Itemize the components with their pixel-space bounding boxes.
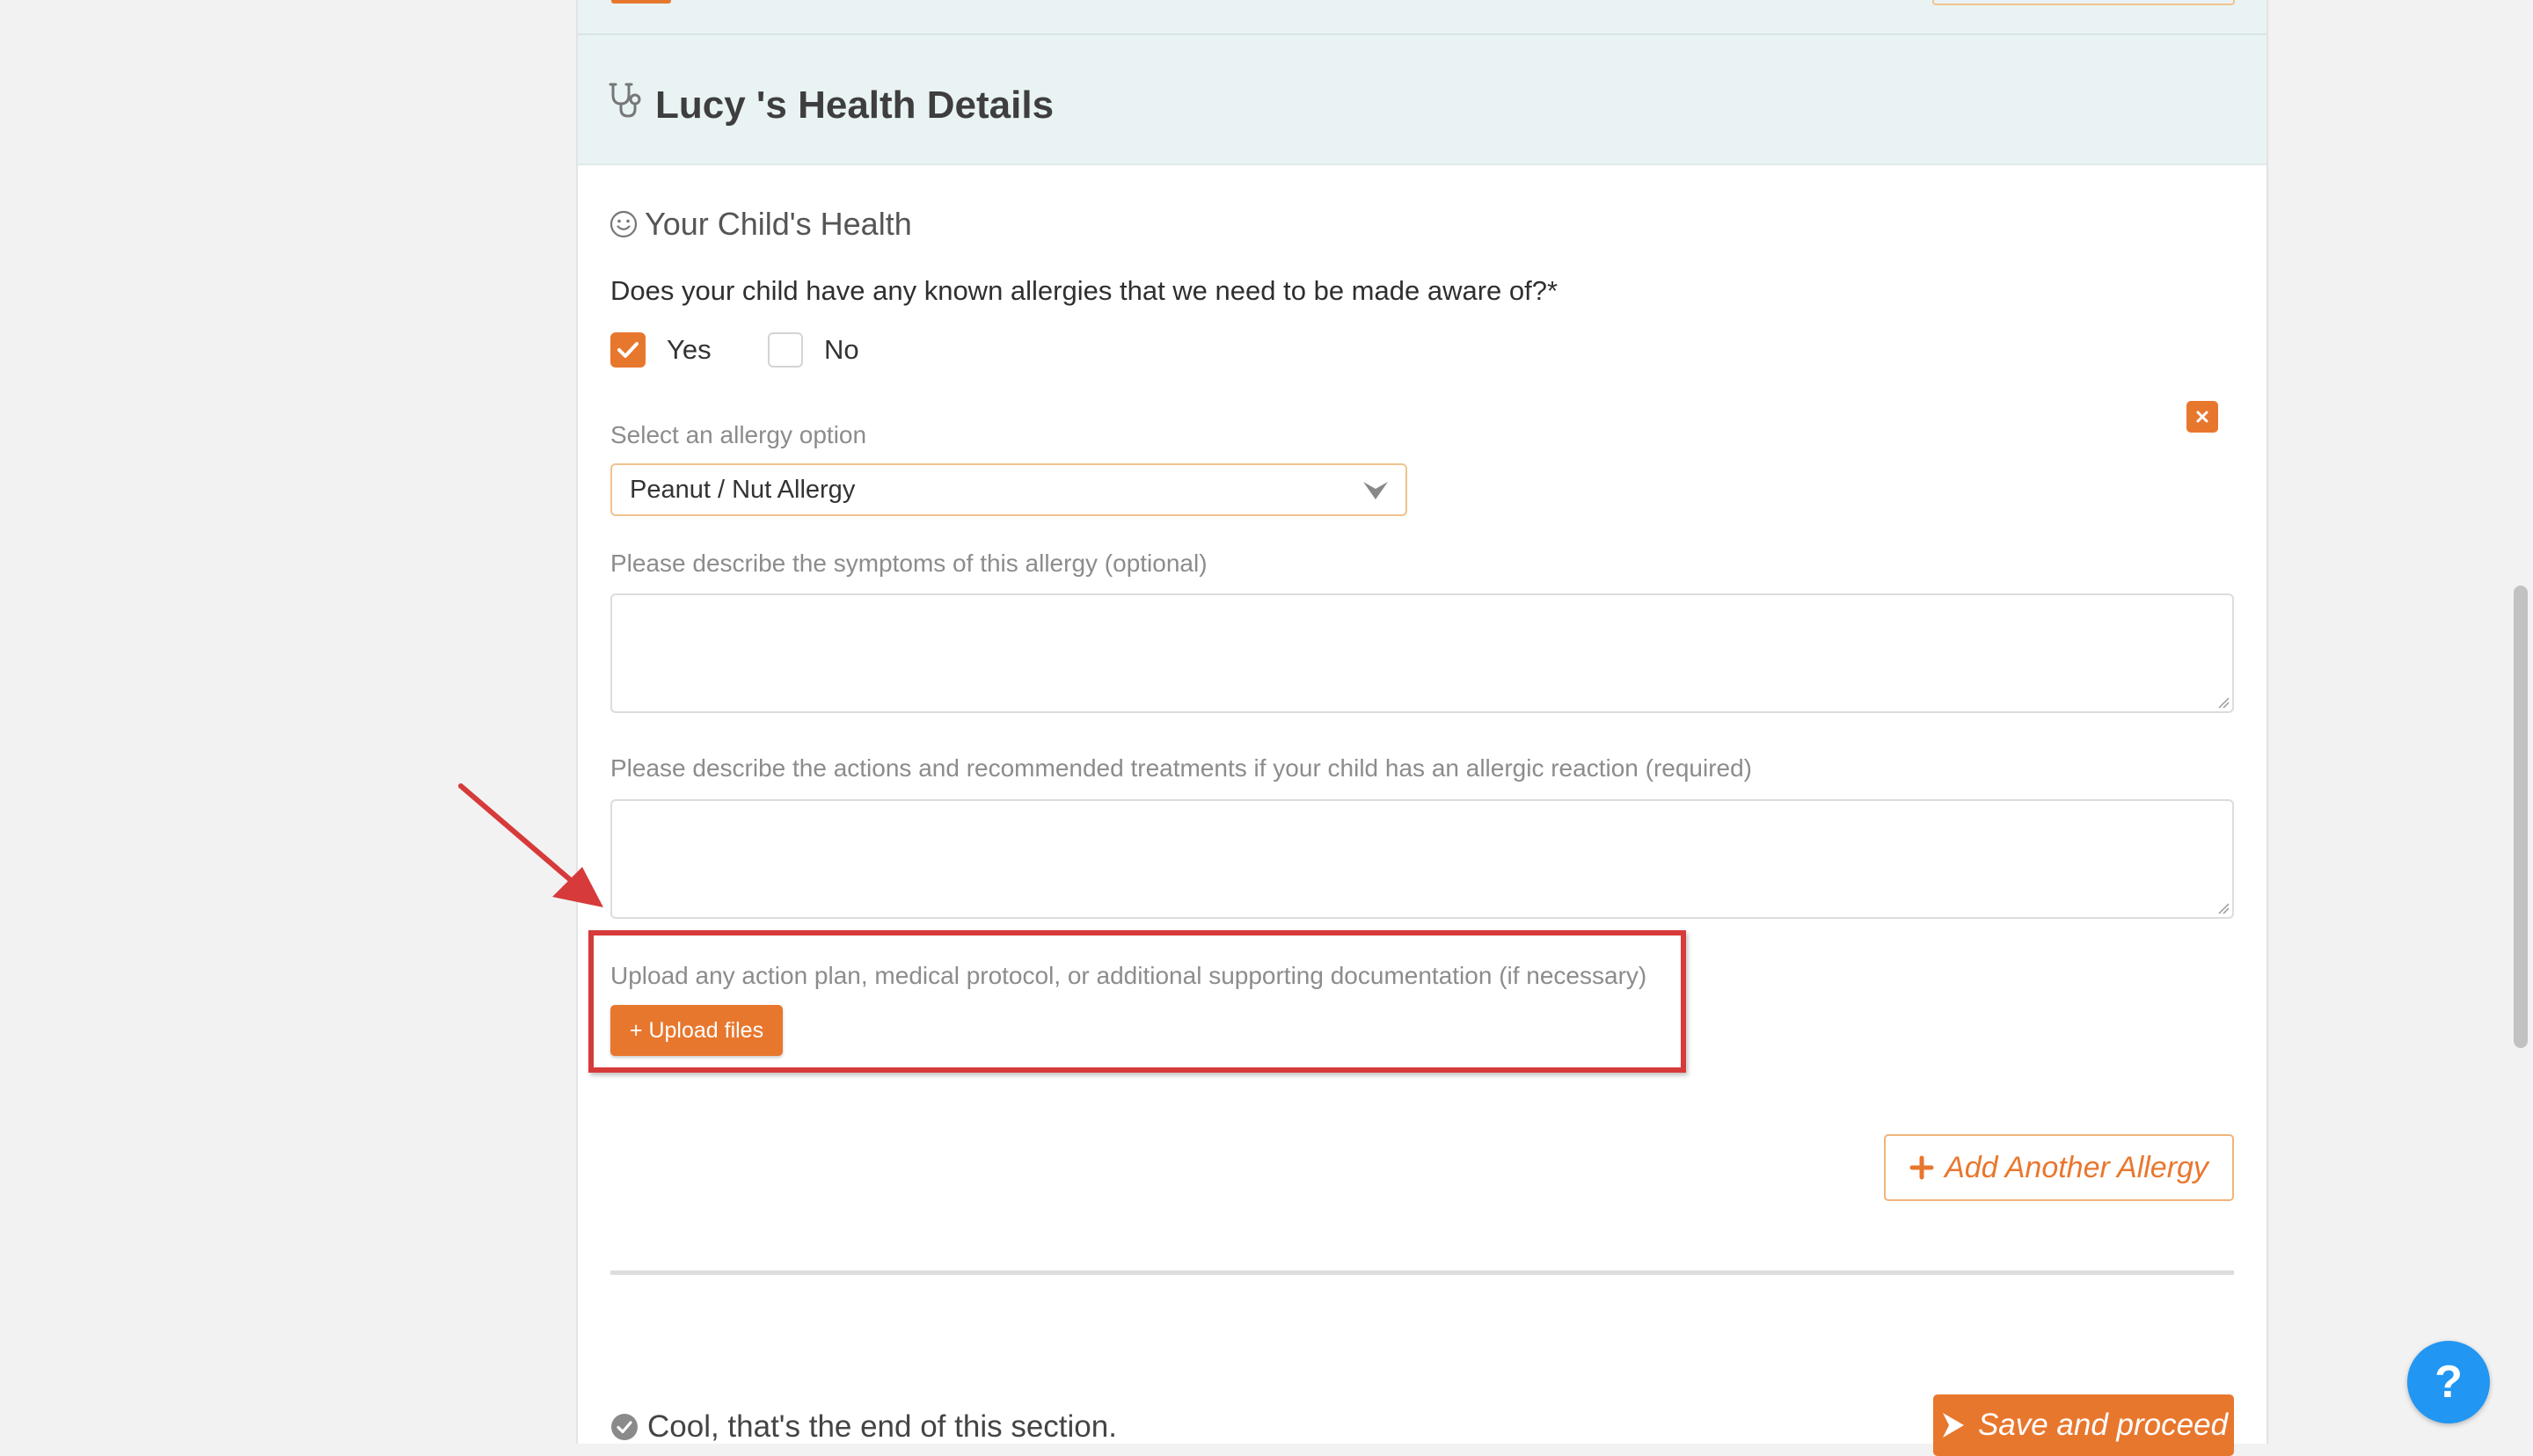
allergy-select-value: Peanut / Nut Allergy	[630, 475, 856, 504]
end-note-text: Cool, that's the end of this section.	[647, 1409, 1117, 1444]
allergy-no-option[interactable]: No	[768, 331, 859, 369]
resize-handle-icon[interactable]	[2217, 902, 2230, 914]
no-checkbox[interactable]	[768, 332, 803, 368]
close-icon	[2196, 411, 2208, 423]
end-of-section-note: Cool, that's the end of this section.	[610, 1405, 1117, 1449]
arrow-right-icon	[1942, 1413, 1964, 1438]
save-and-proceed-label: Save and proceed	[1977, 1408, 2229, 1442]
add-another-allergy-label: Add Another Allergy	[1945, 1150, 2208, 1184]
checkmark-icon	[617, 342, 639, 358]
symptoms-label: Please describe the symptoms of this all…	[610, 550, 1208, 577]
allergy-select[interactable]: Peanut / Nut Allergy	[610, 463, 1407, 516]
section-divider	[610, 1270, 2234, 1275]
section-header: Lucy 's Health Details	[578, 35, 2267, 165]
allergy-yes-option[interactable]: Yes	[610, 331, 712, 369]
smiley-icon	[610, 210, 638, 238]
check-circle-icon	[611, 1414, 638, 1440]
page-title: Lucy 's Health Details	[655, 84, 1055, 127]
resize-handle-icon[interactable]	[2217, 696, 2230, 709]
annotation-arrow	[458, 783, 603, 907]
allergy-select-label: Select an allergy option	[610, 421, 867, 448]
plus-icon	[1909, 1155, 1934, 1180]
stethoscope-icon	[609, 83, 641, 118]
yes-label: Yes	[667, 334, 712, 365]
treatment-label: Please describe the actions and recommen…	[610, 754, 1753, 782]
upload-label: Upload any action plan, medical protocol…	[610, 962, 1647, 989]
upload-files-button[interactable]: + Upload files	[610, 1005, 783, 1056]
symptoms-textarea[interactable]	[610, 593, 2234, 713]
previous-section-save-button[interactable]	[1932, 0, 2235, 5]
save-and-proceed-button[interactable]: Save and proceed	[1933, 1394, 2234, 1456]
allergy-question: Does your child have any known allergies…	[610, 275, 1558, 306]
subheading-text: Your Child's Health	[645, 206, 912, 242]
add-another-allergy-button[interactable]: Add Another Allergy	[1884, 1134, 2234, 1201]
chevron-down-icon	[1363, 482, 1388, 499]
remove-allergy-button[interactable]	[2186, 401, 2218, 433]
no-label: No	[824, 334, 859, 365]
treatment-textarea[interactable]	[610, 799, 2234, 919]
help-button[interactable]: ?	[2407, 1341, 2490, 1423]
scrollbar-thumb[interactable]	[2514, 586, 2528, 1048]
child-health-subheading: Your Child's Health	[610, 202, 912, 246]
form-panel: Lucy 's Health Details Your Child's Heal…	[576, 0, 2268, 1456]
yes-checkbox[interactable]	[610, 332, 646, 368]
previous-section-footer	[578, 0, 2267, 35]
previous-section-button[interactable]	[611, 0, 671, 4]
